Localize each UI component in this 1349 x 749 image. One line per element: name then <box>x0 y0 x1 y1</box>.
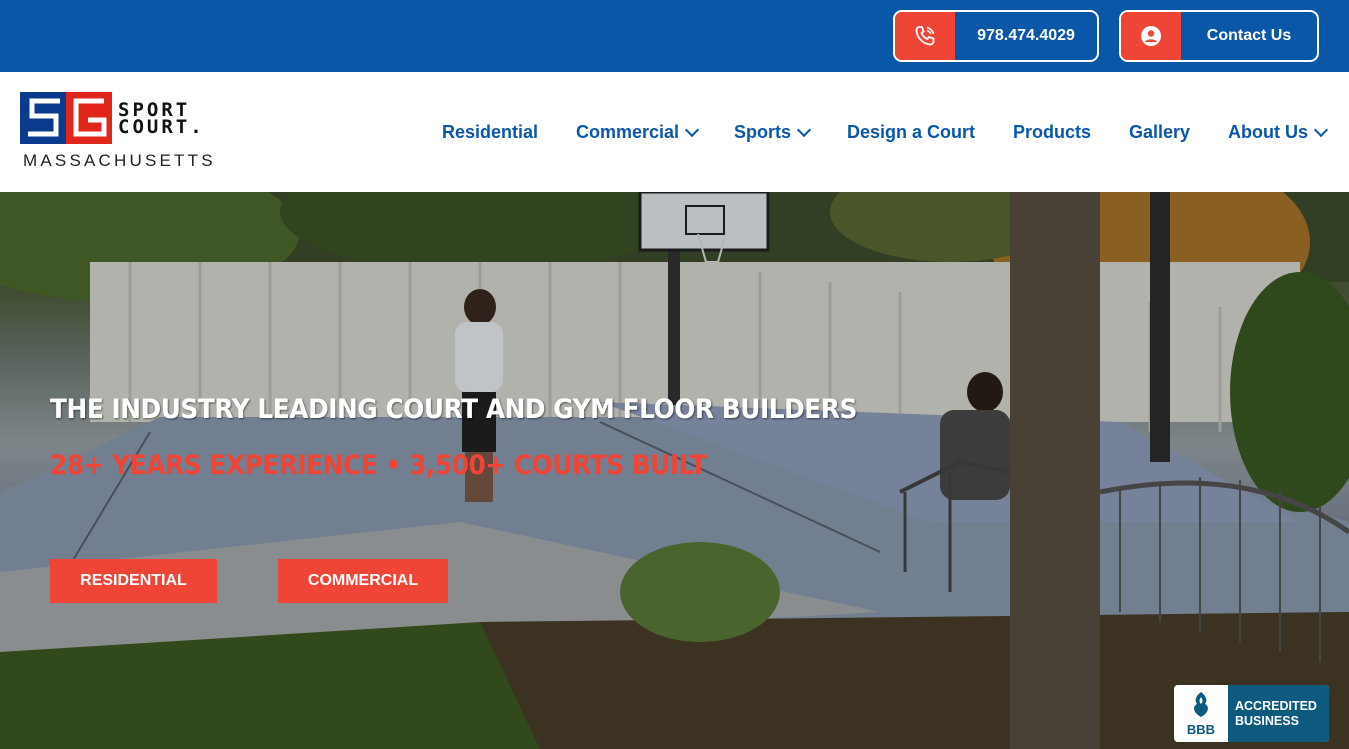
logo-state: MASSACHUSETTS <box>23 151 216 170</box>
main-nav: Residential Commercial Sports Design a C… <box>0 122 1349 144</box>
hero-section: THE INDUSTRY LEADING COURT AND GYM FLOOR… <box>0 192 1349 749</box>
chevron-down-icon <box>796 122 812 137</box>
nav-products-label: Products <box>1013 122 1092 142</box>
contact-us-label: Contact Us <box>1206 27 1292 44</box>
nav-sports[interactable]: Sports <box>734 122 812 143</box>
user-icon <box>1121 12 1181 60</box>
commercial-button[interactable]: COMMERCIAL <box>278 559 448 603</box>
contact-us-button[interactable]: Contact Us <box>1119 10 1319 62</box>
bbb-seal-icon: BBB <box>1174 685 1228 742</box>
hero-headline: THE INDUSTRY LEADING COURT AND GYM FLOOR… <box>50 394 857 425</box>
chevron-down-icon <box>684 122 700 137</box>
bbb-line1: ACCREDITED <box>1235 698 1317 713</box>
nav-design-a-court[interactable]: Design a Court <box>847 122 975 143</box>
hero-subline: 28+ YEARS EXPERIENCE • 3,500+ COURTS BUI… <box>50 450 707 481</box>
nav-residential[interactable]: Residential <box>442 122 538 143</box>
nav-commercial-label: Commercial <box>576 122 680 142</box>
nav-sports-label: Sports <box>734 122 792 142</box>
phone-button[interactable]: 978.474.4029 <box>893 10 1099 62</box>
bbb-accredited-badge[interactable]: BBB ACCREDITED BUSINESS <box>1174 685 1329 742</box>
bbb-line2: BUSINESS <box>1235 713 1299 728</box>
nav-residential-label: Residential <box>442 122 539 142</box>
phone-icon <box>895 12 955 60</box>
chevron-down-icon <box>1313 122 1329 137</box>
nav-products[interactable]: Products <box>1013 122 1091 143</box>
nav-about-label: About Us <box>1228 122 1308 142</box>
residential-button[interactable]: RESIDENTIAL <box>50 559 217 603</box>
top-bar: 978.474.4029 Contact Us <box>0 0 1349 72</box>
nav-commercial[interactable]: Commercial <box>576 122 700 143</box>
phone-number: 978.474.4029 <box>977 27 1075 44</box>
nav-about-us[interactable]: About Us <box>1228 122 1329 143</box>
nav-gallery[interactable]: Gallery <box>1129 122 1190 143</box>
bbb-seal-text: BBB <box>1186 722 1216 737</box>
nav-gallery-label: Gallery <box>1129 122 1191 142</box>
bbb-text: ACCREDITED BUSINESS <box>1228 685 1329 742</box>
nav-design-label: Design a Court <box>847 122 976 142</box>
